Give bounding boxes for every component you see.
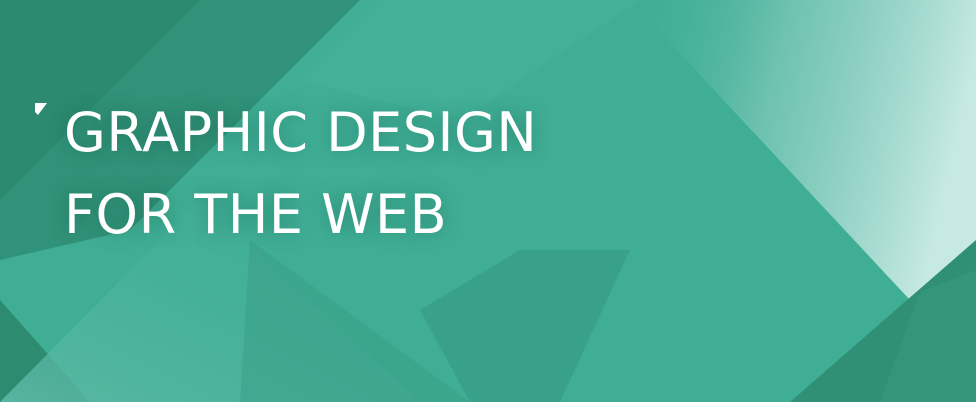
hero-banner: GRAPHIC DESIGN FOR THE WEB (0, 0, 976, 402)
banner-title-line-2: FOR THE WEB (64, 183, 448, 246)
corner-bracket-icon (35, 103, 47, 115)
banner-title: GRAPHIC DESIGN FOR THE WEB (64, 92, 537, 256)
banner-title-line-1: GRAPHIC DESIGN (64, 101, 538, 164)
